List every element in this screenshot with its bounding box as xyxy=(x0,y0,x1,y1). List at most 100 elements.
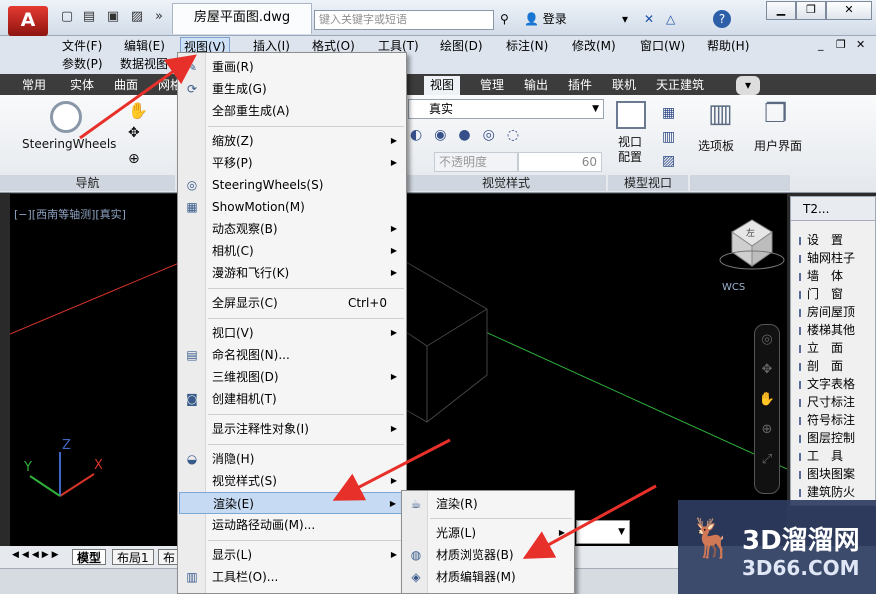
menu-item-motion-path[interactable]: 运动路径动画(M)... xyxy=(179,514,405,536)
x-icon[interactable]: ✕ xyxy=(644,10,654,28)
panel-item-blocks[interactable]: 图块图案 xyxy=(799,465,855,483)
menu-item-regen-all[interactable]: 全部重生成(A) xyxy=(179,100,405,122)
menu-help[interactable]: 帮助(H) xyxy=(707,37,749,56)
panel-item-tools[interactable]: 工 具 xyxy=(799,447,843,465)
doc-close-icon[interactable]: ✕ xyxy=(856,38,865,51)
panel-item-fire[interactable]: 建筑防火 xyxy=(799,483,855,501)
application-menu-button[interactable]: A xyxy=(8,6,48,36)
tab-view[interactable]: 视图 xyxy=(424,76,461,95)
opacity-field[interactable]: 不透明度 xyxy=(434,152,518,172)
panel-item-room[interactable]: 房间屋顶 xyxy=(799,303,855,321)
tab-model[interactable]: 模型 xyxy=(72,549,107,565)
ribbon-toggle-icon[interactable]: ▾ xyxy=(736,76,760,95)
tab-plugins[interactable]: 插件 xyxy=(568,76,592,95)
menu-item-annotative[interactable]: 显示注释性对象(I) ▶ xyxy=(179,418,405,440)
opacity-value[interactable]: 60 xyxy=(518,152,602,172)
tab-online[interactable]: 联机 xyxy=(612,76,636,95)
viewport-config-label[interactable]: 视口 配置 xyxy=(618,135,658,165)
tab-surface[interactable]: 曲面 xyxy=(114,76,138,95)
menu-item-visual-styles[interactable]: 视觉样式(S) ▶ xyxy=(179,470,405,492)
menu-item-hide[interactable]: ◒ 消隐(H) xyxy=(179,448,405,470)
save-icon[interactable]: ▣ xyxy=(104,9,122,25)
menu-item-orbit[interactable]: 动态观察(B) ▶ xyxy=(179,218,405,240)
palettes-icon[interactable]: ▥ xyxy=(708,99,733,129)
menu-item-camera[interactable]: 相机(C) ▶ xyxy=(179,240,405,262)
panel-item-door[interactable]: 门 窗 xyxy=(799,285,843,303)
submenu-item-material-editor[interactable]: ◈ 材质编辑器(M) xyxy=(403,566,573,588)
tab-home[interactable]: 常用 xyxy=(22,76,46,95)
panel-title[interactable]: T2... xyxy=(791,197,875,221)
steering-wheels-icon[interactable] xyxy=(50,101,82,133)
submenu-item-render[interactable]: ☕ 渲染(R) xyxy=(403,493,573,515)
menu-item-display[interactable]: 显示(L) ▶ xyxy=(179,544,405,566)
menu-item-regen[interactable]: ⟳ 重生成(G) xyxy=(179,78,405,100)
menu-item-steeringwheels[interactable]: ◎ SteeringWheels(S) xyxy=(179,174,405,196)
zoom-icon[interactable]: ⊕ xyxy=(128,151,140,167)
menu-draw[interactable]: 绘图(D) xyxy=(440,37,483,56)
menu-item-toolbars[interactable]: ▥ 工具栏(O)... xyxy=(179,566,405,588)
orbit-icon[interactable]: ✥ xyxy=(128,125,140,141)
visual-style-dropdown[interactable]: 真实 ▼ xyxy=(408,99,604,119)
panel-item-symbol[interactable]: 符号标注 xyxy=(799,411,855,429)
menu-item-create-camera[interactable]: ◙ 创建相机(T) xyxy=(179,388,405,410)
visual-tools-icons[interactable]: ◐◉●◎◌ xyxy=(410,127,531,143)
menu-parameters[interactable]: 参数(P) xyxy=(62,55,103,74)
menu-item-redraw[interactable]: ✎ 重画(R) xyxy=(179,56,405,78)
menu-item-fullscreen[interactable]: 全屏显示(C) Ctrl+0 xyxy=(179,292,405,314)
tab-output[interactable]: 输出 xyxy=(524,76,548,95)
panel-item-settings[interactable]: 设 置 xyxy=(799,231,843,249)
panel-item-dimension[interactable]: 尺寸标注 xyxy=(799,393,855,411)
menu-data-view[interactable]: 数据视图 xyxy=(120,55,168,74)
open-file-icon[interactable]: ▤ xyxy=(80,9,98,25)
menu-item-render[interactable]: 渲染(E) ▶ xyxy=(179,492,405,514)
layout-nav-icons[interactable]: ◀◀◀▶▶ xyxy=(12,550,62,560)
submenu-item-lights[interactable]: 光源(L) ▶ xyxy=(403,522,573,544)
more-icon[interactable]: » xyxy=(150,9,168,25)
doc-restore-icon[interactable]: ❐ xyxy=(836,38,846,51)
navigation-bar[interactable]: ◎ ✥ ✋ ⊕ ⤢ xyxy=(754,324,780,494)
steering-wheels-label[interactable]: SteeringWheels xyxy=(22,137,116,151)
panel-item-axis[interactable]: 轴网柱子 xyxy=(799,249,855,267)
wcs-menu[interactable]: WCS xyxy=(722,282,745,293)
viewport-tools-icons[interactable]: ▦ ▥ ▨ xyxy=(662,101,675,173)
palettes-label[interactable]: 选项板 xyxy=(698,137,734,154)
close-button[interactable]: ✕ xyxy=(826,1,872,20)
menu-modify[interactable]: 修改(M) xyxy=(572,37,616,56)
small-dropdown[interactable]: ▼ xyxy=(576,520,630,544)
viewport-config-icon[interactable] xyxy=(616,101,646,129)
menu-item-pan[interactable]: 平移(P) ▶ xyxy=(179,152,405,174)
tab-layout1[interactable]: 布局1 xyxy=(112,549,154,565)
autodesk-icon[interactable]: △ xyxy=(666,10,675,28)
exchange-icon[interactable]: ▾ xyxy=(622,10,628,28)
menu-item-showmotion[interactable]: ▦ ShowMotion(M) xyxy=(179,196,405,218)
tab-solid[interactable]: 实体 xyxy=(70,76,94,95)
search-input[interactable]: 键入关键字或短语 xyxy=(314,10,494,30)
user-interface-label[interactable]: 用户界面 xyxy=(754,137,802,154)
menu-window[interactable]: 窗口(W) xyxy=(640,37,685,56)
menu-item-3d-views[interactable]: 三维视图(D) ▶ xyxy=(179,366,405,388)
new-file-icon[interactable]: ▢ xyxy=(58,9,76,25)
user-interface-icon[interactable]: ❐ xyxy=(764,99,787,129)
pan-icon[interactable]: ✋ xyxy=(128,101,148,120)
menu-file[interactable]: 文件(F) xyxy=(62,37,102,56)
viewport-label[interactable]: [−][西南等轴测][真实] xyxy=(14,206,126,222)
menu-item-zoom[interactable]: 缩放(Z) ▶ xyxy=(179,130,405,152)
menu-item-named-views[interactable]: ▤ 命名视图(N)... xyxy=(179,344,405,366)
doc-minimize-icon[interactable]: _ xyxy=(818,38,824,51)
panel-item-layer[interactable]: 图层控制 xyxy=(799,429,855,447)
help-button[interactable]: ? xyxy=(713,10,731,28)
submenu-item-material-browser[interactable]: ◍ 材质浏览器(B) xyxy=(403,544,573,566)
panel-item-text[interactable]: 文字表格 xyxy=(799,375,855,393)
menu-dimension[interactable]: 标注(N) xyxy=(506,37,548,56)
panel-item-elevation[interactable]: 立 面 xyxy=(799,339,843,357)
panel-item-wall[interactable]: 墙 体 xyxy=(799,267,843,285)
binoculars-icon[interactable]: ⚲ xyxy=(500,10,509,28)
menu-item-walk-fly[interactable]: 漫游和飞行(K) ▶ xyxy=(179,262,405,284)
menu-edit[interactable]: 编辑(E) xyxy=(124,37,165,56)
menu-item-viewports[interactable]: 视口(V) ▶ xyxy=(179,322,405,344)
minimize-button[interactable]: ▁ xyxy=(766,1,796,20)
nav-bar-icons[interactable]: ◎ ✥ ✋ ⊕ ⤢ xyxy=(755,325,779,475)
panel-item-stairs[interactable]: 楼梯其他 xyxy=(799,321,855,339)
saveas-icon[interactable]: ▨ xyxy=(128,9,146,25)
tab-tangent[interactable]: 天正建筑 xyxy=(656,76,704,95)
